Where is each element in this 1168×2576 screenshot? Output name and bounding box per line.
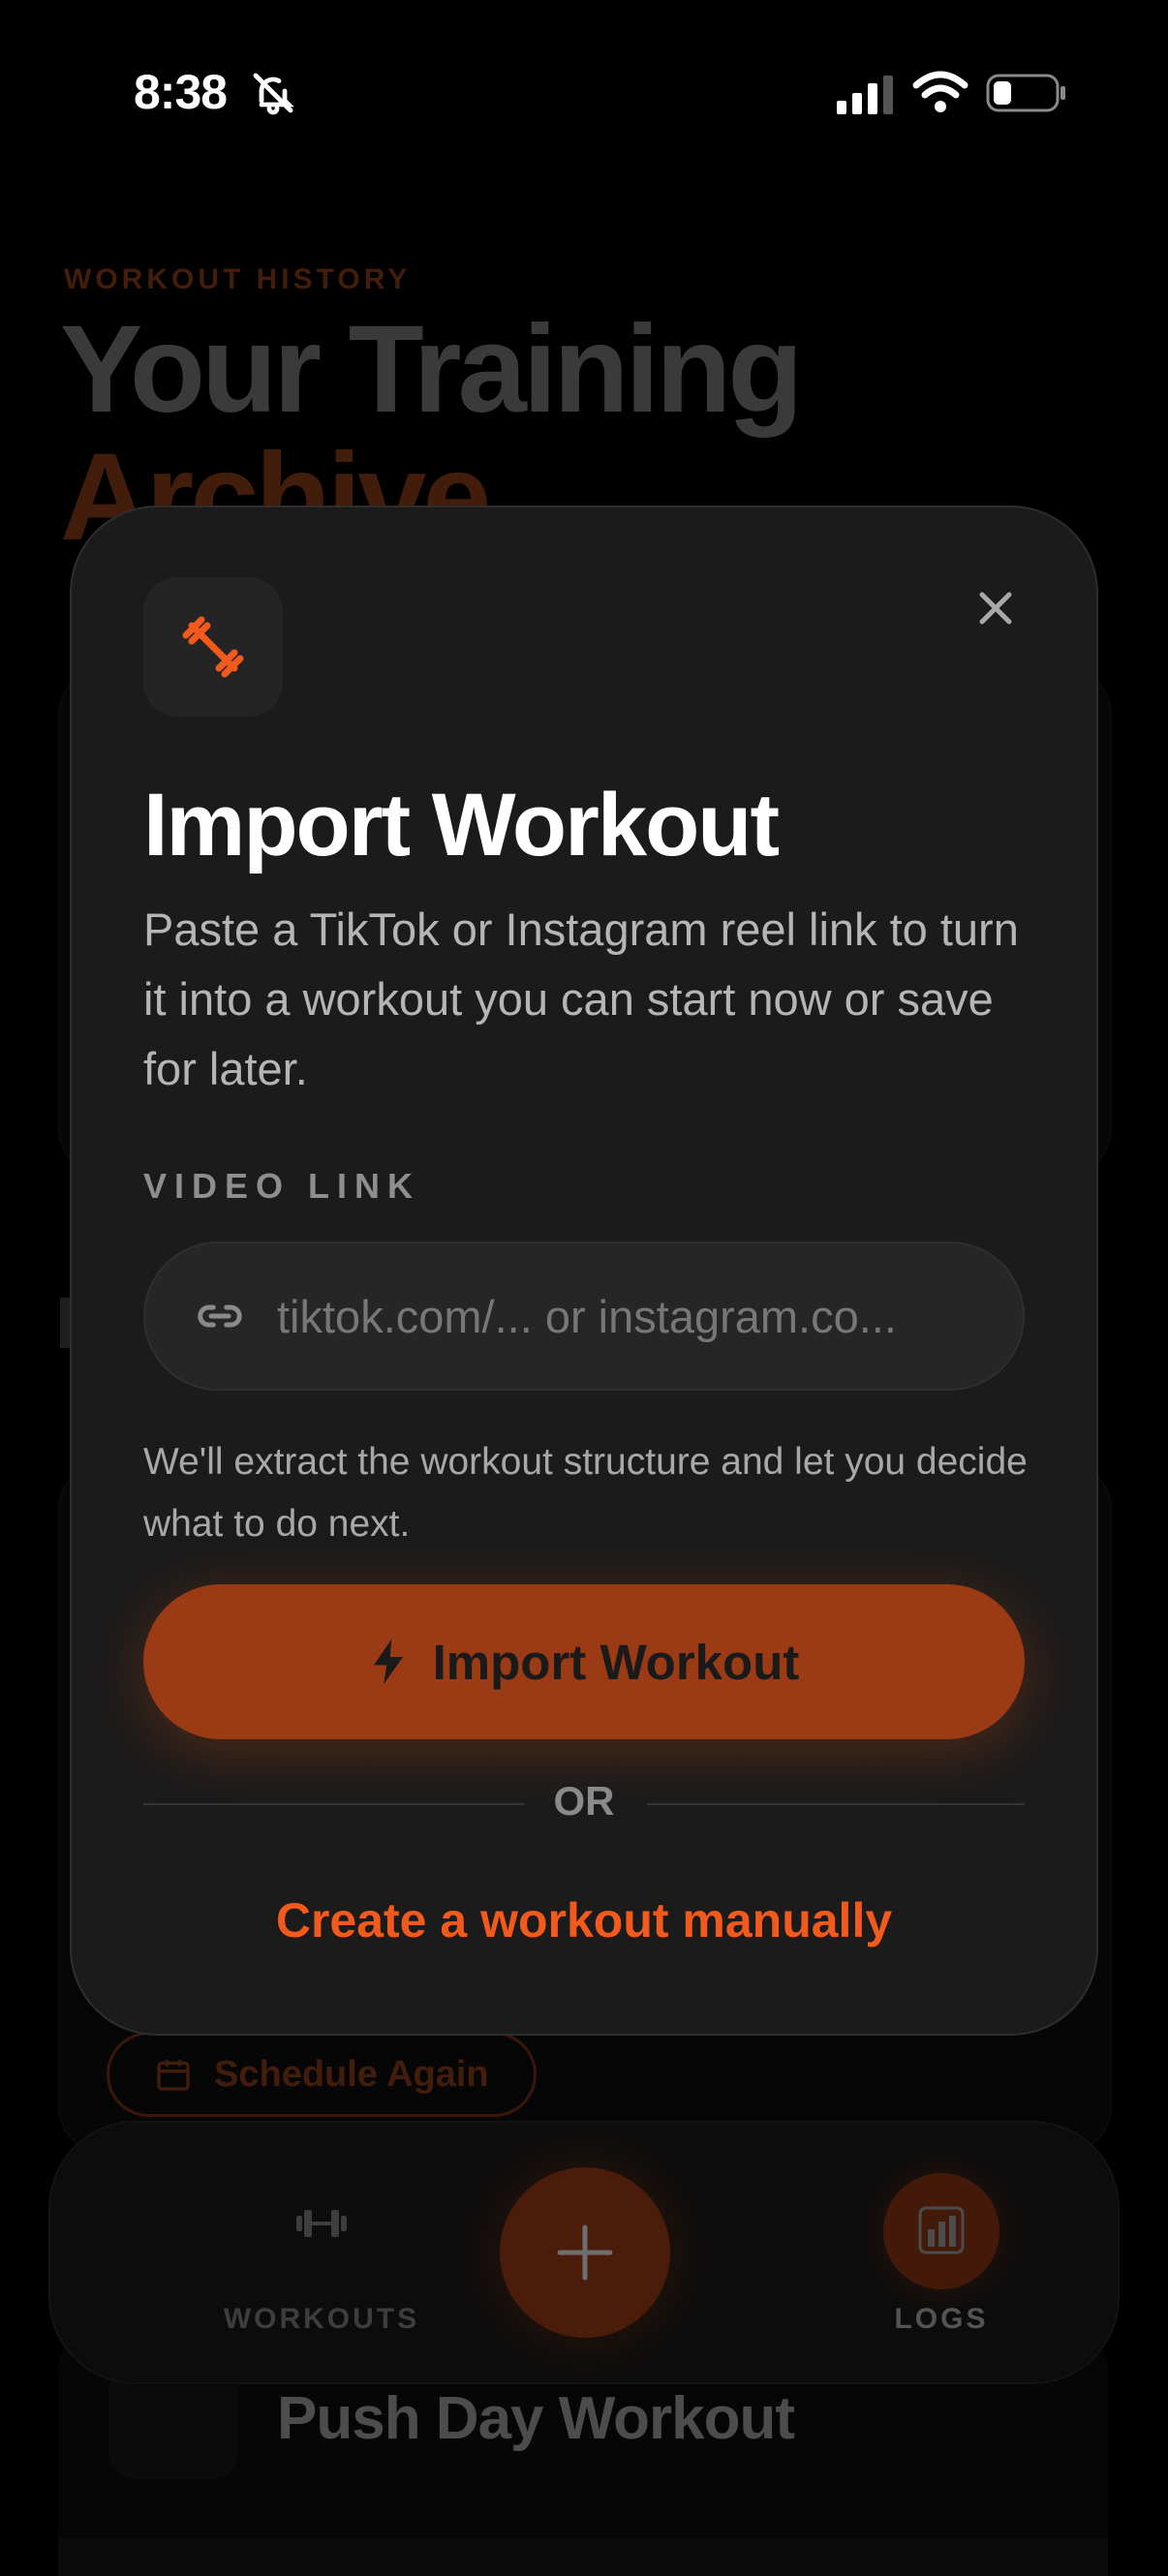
close-button[interactable] (961, 573, 1030, 643)
signal-icon (837, 76, 893, 114)
create-manually-link[interactable]: Create a workout manually (143, 1892, 1025, 1948)
import-workout-label: Import Workout (432, 1634, 800, 1690)
dumbbell-icon (182, 616, 244, 678)
extract-hint: We'll extract the workout structure and … (143, 1441, 1028, 1545)
video-link-field[interactable] (143, 1242, 1025, 1391)
bell-slash-icon (253, 73, 294, 115)
or-text: OR (553, 1778, 615, 1824)
battery-icon (986, 74, 1065, 112)
or-divider: OR (143, 1706, 1025, 1900)
status-bar: 8:38 (0, 0, 1168, 184)
import-workout-modal: Import Workout Paste a TikTok or Instagr… (70, 506, 1098, 2036)
modal-icon-tile (143, 577, 283, 717)
close-icon (979, 592, 1012, 625)
wifi-icon (912, 71, 968, 112)
video-link-input[interactable] (275, 1288, 976, 1344)
link-icon (198, 1304, 242, 1328)
modal-description: Paste a TikTok or Instagram reel link to… (143, 904, 1019, 1094)
video-link-label: VIDEO LINK (143, 1166, 421, 1206)
modal-title: Import Workout (143, 776, 780, 874)
lightning-icon (373, 1639, 403, 1685)
status-time: 8:38 (134, 65, 228, 119)
